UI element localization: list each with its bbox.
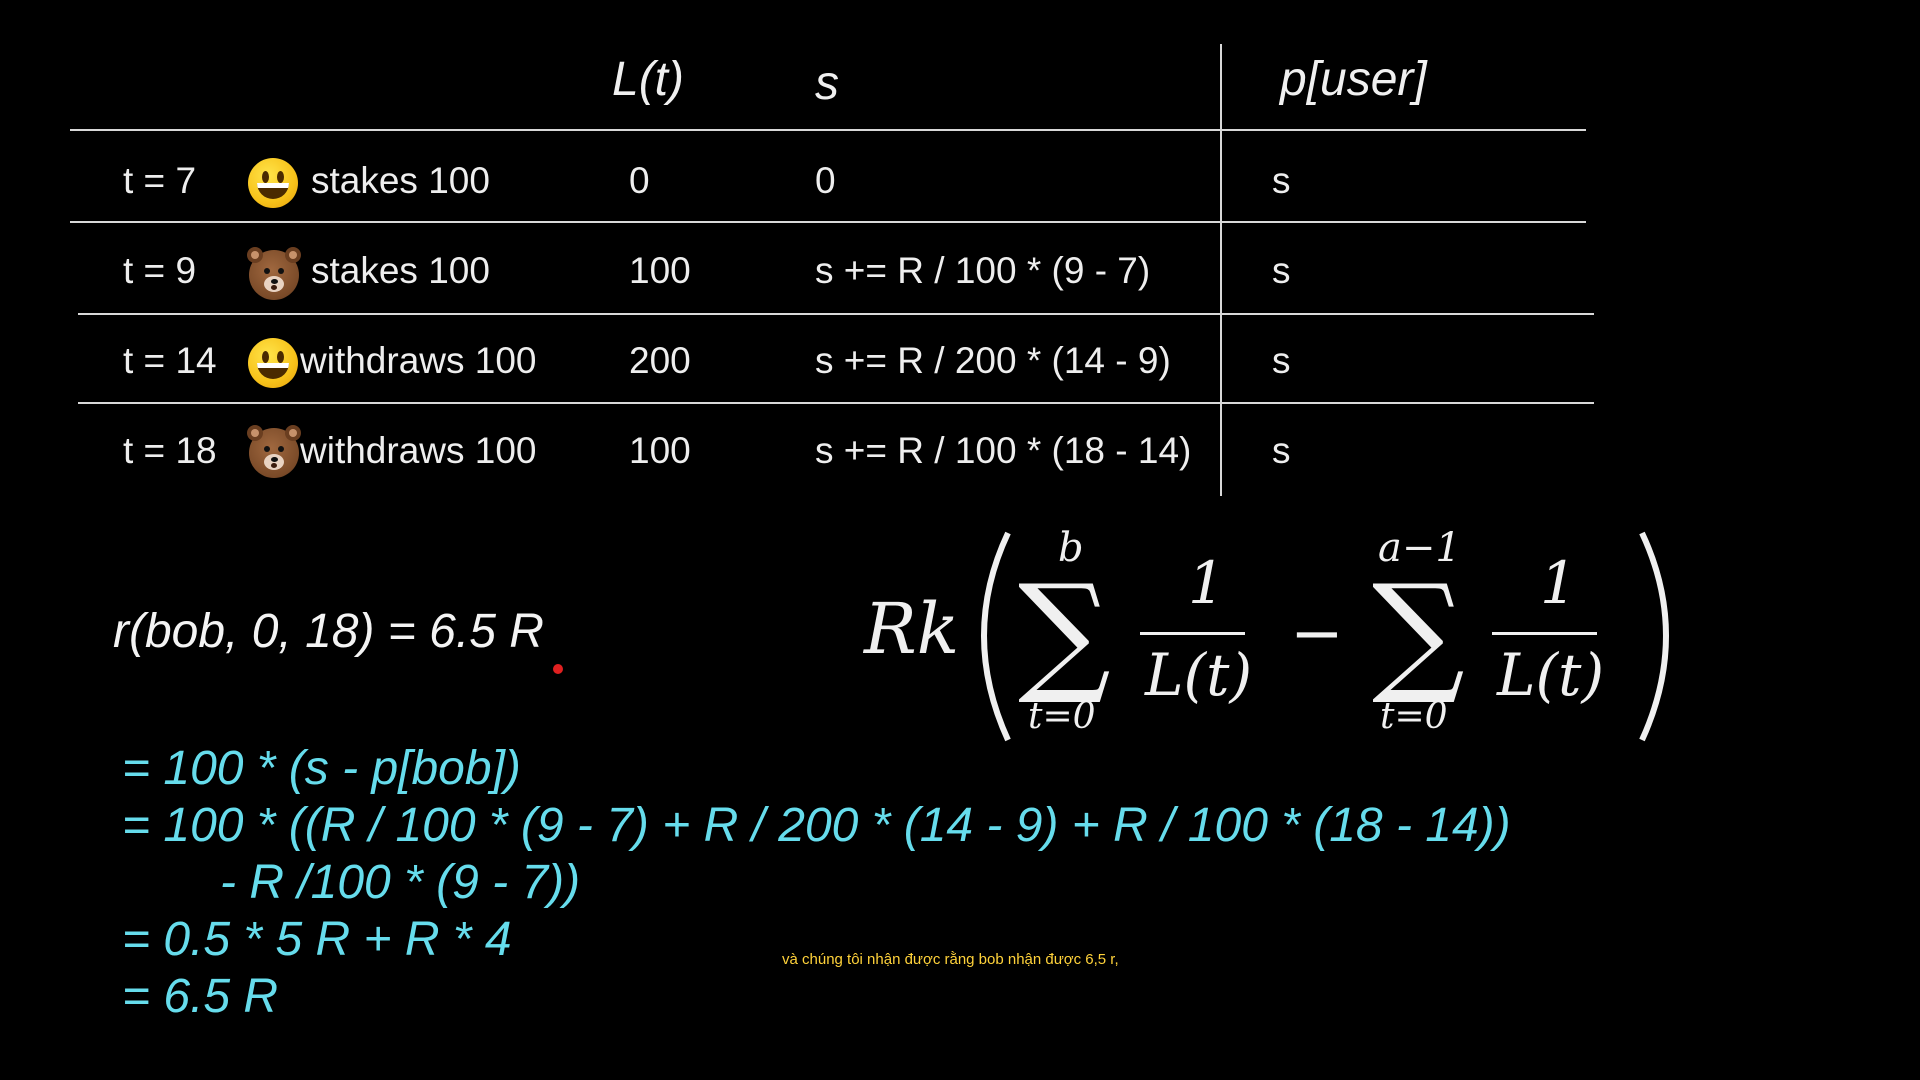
table-row-divider xyxy=(78,402,1594,404)
row-p: s xyxy=(1272,250,1291,291)
row-lt: 0 xyxy=(629,160,650,201)
row-lt: 100 xyxy=(629,250,691,291)
frac2-numerator: 1 xyxy=(1540,549,1577,617)
derivation-line-4: = 0.5 * 5 R + R * 4 xyxy=(122,913,512,966)
row-s: s += R / 200 * (14 - 9) xyxy=(815,340,1171,381)
row-lt: 200 xyxy=(629,340,691,381)
row-p: s xyxy=(1272,160,1291,201)
sum1-lower: t=0 xyxy=(1028,696,1096,737)
frac1-bar xyxy=(1140,632,1245,635)
header-s: s xyxy=(815,57,839,110)
row-p: s xyxy=(1272,430,1291,471)
row-action: withdraws 100 xyxy=(300,340,537,381)
frac1-denominator: L(t) xyxy=(1144,641,1252,709)
frac2-bar xyxy=(1492,632,1597,635)
bear-face-icon xyxy=(247,247,301,300)
row-lt: 100 xyxy=(629,430,691,471)
row-action: stakes 100 xyxy=(311,160,490,201)
grinning-face-icon xyxy=(248,158,298,208)
row-s: s += R / 100 * (18 - 14) xyxy=(815,430,1192,471)
derivation-line-1: = 100 * (s - p[bob]) xyxy=(122,742,521,795)
minus-sign: − xyxy=(1290,597,1344,671)
header-lt: L(t) xyxy=(612,53,684,106)
derivation-line-3: - R /100 * (9 - 7)) xyxy=(220,856,581,909)
sum1-sigma-icon: ∑ xyxy=(1018,556,1111,708)
frac1-numerator: 1 xyxy=(1188,549,1225,617)
table-row-divider xyxy=(78,313,1594,315)
row-action: withdraws 100 xyxy=(300,430,537,471)
formula-prefix: Rk xyxy=(862,588,959,670)
bear-face-icon xyxy=(247,425,301,478)
reward-equation-lhs: r(bob, 0, 18) = 6.5 R xyxy=(113,605,544,658)
row-time: t = 9 xyxy=(123,250,197,291)
derivation-line-2: = 100 * ((R / 100 * (9 - 7) + R / 200 * … xyxy=(122,799,1511,852)
frac2-denominator: L(t) xyxy=(1496,641,1604,709)
table-column-divider xyxy=(1220,44,1222,496)
row-time: t = 14 xyxy=(123,340,217,381)
right-paren xyxy=(1639,531,1669,742)
table-header-rule xyxy=(70,129,1586,131)
left-paren xyxy=(981,531,1011,742)
table-row-divider xyxy=(70,221,1586,223)
derivation-line-5: = 6.5 R xyxy=(122,970,279,1023)
row-s: 0 xyxy=(815,160,836,201)
row-action: stakes 100 xyxy=(311,250,490,291)
header-puser: p[user] xyxy=(1280,53,1427,106)
row-p: s xyxy=(1272,340,1291,381)
sum2-sigma-icon: ∑ xyxy=(1372,556,1465,708)
subtitle-caption: và chúng tôi nhận được rằng bob nhận đượ… xyxy=(776,950,1125,969)
sum2-lower: t=0 xyxy=(1380,696,1448,737)
pointer-dot xyxy=(553,664,563,674)
row-time: t = 18 xyxy=(123,430,217,471)
reward-formula: Rk b ∑ t=0 1 L(t) − a−1 ∑ t=0 1 L(t) xyxy=(862,525,1669,742)
row-time: t = 7 xyxy=(123,160,197,201)
grinning-face-icon xyxy=(248,338,298,388)
row-s: s += R / 100 * (9 - 7) xyxy=(815,250,1151,291)
